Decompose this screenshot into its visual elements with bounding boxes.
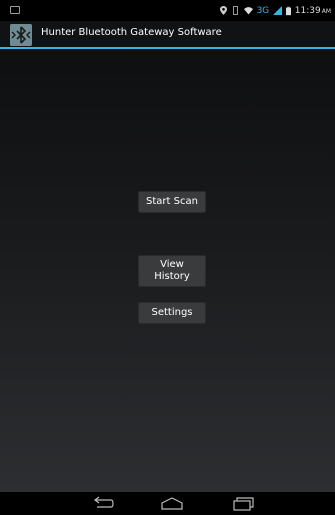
view-history-button[interactable]: View History: [138, 255, 206, 287]
app-title: Hunter Bluetooth Gateway Software: [41, 27, 222, 38]
clock-time: 11:39: [294, 5, 321, 16]
status-bar: 3G 11:39AM: [0, 0, 335, 21]
recents-icon[interactable]: [231, 495, 255, 512]
bluetooth-app-icon[interactable]: [10, 24, 32, 46]
start-scan-button[interactable]: Start Scan: [138, 191, 206, 213]
back-icon[interactable]: [91, 495, 115, 512]
notification-icon: [10, 6, 20, 14]
battery-icon: [285, 6, 291, 15]
status-icons: 3G 11:39AM: [219, 3, 331, 18]
home-icon[interactable]: [160, 495, 184, 512]
navigation-bar: [0, 492, 335, 515]
signal-icon: [272, 6, 282, 15]
clock: 11:39AM: [295, 6, 331, 16]
main-content: Start Scan View History Settings: [0, 49, 335, 492]
clock-ampm: AM: [321, 7, 331, 15]
action-bar: Hunter Bluetooth Gateway Software: [0, 21, 335, 49]
app-screen: 3G 11:39AM Hunter Bluetooth Gateway Soft…: [0, 0, 335, 515]
location-icon: [219, 6, 227, 15]
wifi-icon: [243, 7, 253, 15]
vibrate-icon: [232, 6, 238, 15]
settings-button[interactable]: Settings: [138, 302, 206, 324]
network-type: 3G: [256, 5, 269, 16]
